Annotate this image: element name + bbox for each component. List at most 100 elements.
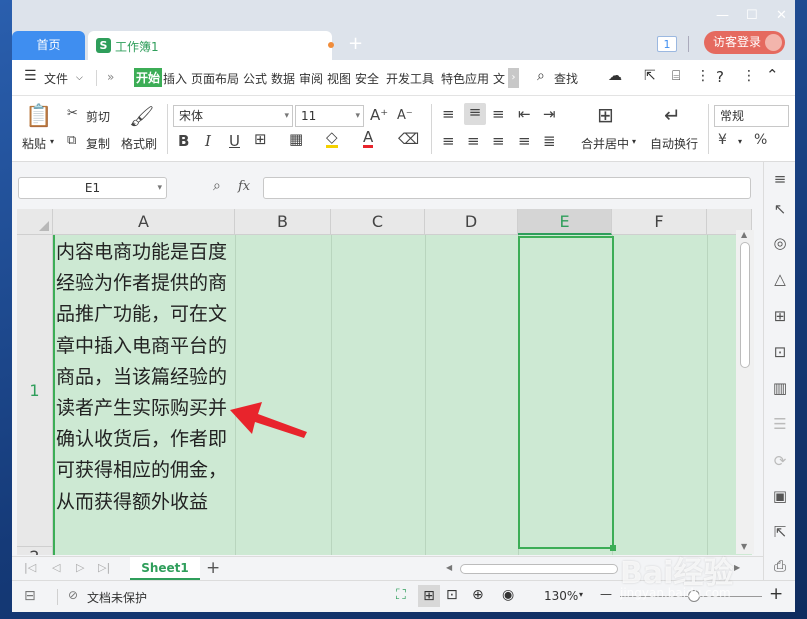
paste-button[interactable]: 粘贴 [22,135,46,152]
menu-tab-insert[interactable]: 插入 [163,70,187,87]
align-center-icon[interactable]: ≡ [467,132,480,150]
minimize-button[interactable]: — [716,8,729,23]
prev-sheet-icon[interactable]: ◁ [52,561,60,574]
align-left-icon[interactable]: ≡ [442,132,455,150]
shapes-icon[interactable]: ◎ [770,234,790,252]
chevron-down-icon[interactable]: ▾ [738,137,742,146]
clear-icon[interactable]: ⌫ [398,130,419,148]
protect-status[interactable]: 文档未保护 [87,589,147,606]
cell-a1[interactable]: 内容电商功能是百度经验为作者提供的商品推广功能，可在文章中插入电商平台的商品，当… [56,237,236,518]
copy-button[interactable]: 复制 [86,135,110,152]
close-button[interactable]: ✕ [776,8,787,23]
active-cell-e1[interactable] [518,236,614,549]
selected-cells-area[interactable]: 内容电商功能是百度经验为作者提供的商品推广功能，可在文章中插入电商平台的商品，当… [53,235,752,555]
select-all-corner[interactable] [17,209,53,235]
more-options-icon[interactable]: ⋮ [696,68,710,84]
sheet-tab-sheet1[interactable]: Sheet1 [130,557,200,580]
column-header-a[interactable]: A [53,209,235,235]
list-icon[interactable]: ☰ [770,415,790,433]
row-header-2[interactable]: 2 [17,547,53,555]
align-middle-icon[interactable]: ≡ [464,103,486,125]
align-bottom-icon[interactable]: ≡ [492,105,505,123]
scroll-left-icon[interactable]: ◀ [446,563,452,572]
vertical-scrollbar[interactable]: ▲ ▼ [736,230,754,554]
search-icon[interactable]: ⌕ [537,68,545,84]
focus-mode-icon[interactable]: ⛶ [396,587,406,603]
horizontal-scroll-thumb[interactable] [460,564,618,574]
cursor-icon[interactable]: ↖ [770,200,790,218]
merge-center-icon[interactable]: ⊞ [597,103,614,127]
file-menu[interactable]: 文件 [44,70,68,87]
format-painter-button[interactable]: 格式刷 [121,135,157,152]
number-format-select[interactable]: 常规 [714,105,789,127]
fill-style-icon[interactable]: ▦ [289,130,303,148]
menu-tab-start[interactable]: 开始 [134,68,163,87]
percent-button[interactable]: % [754,132,767,148]
cloud-sync-icon[interactable]: ☁ [608,68,622,84]
cut-button[interactable]: 剪切 [86,108,110,125]
font-name-select[interactable]: 宋体 ▾ [173,105,293,127]
column-header-f[interactable]: F [612,209,707,235]
menu-tab-data[interactable]: 数据 [271,70,295,87]
add-sheet-button[interactable]: + [206,558,220,578]
decrease-font-icon[interactable]: A⁻ [397,108,413,123]
chevron-down-icon[interactable]: ▾ [579,590,583,599]
distribute-icon[interactable]: ≣ [543,132,556,150]
indent-increase-icon[interactable]: ⇥ [543,105,556,123]
search-button[interactable]: 查找 [554,70,578,87]
chevron-down-icon[interactable]: ▾ [632,137,636,146]
last-sheet-icon[interactable]: ▷| [98,561,110,574]
next-sheet-icon[interactable]: ▷ [76,561,84,574]
window-count-badge[interactable]: 1 [657,36,677,52]
help-icon[interactable]: ? [716,68,724,86]
image-icon[interactable]: ▣ [770,487,790,505]
fill-color-icon[interactable]: ◇ [326,130,338,148]
fill-handle[interactable] [610,545,616,551]
formula-input[interactable] [263,177,751,199]
page-break-view-icon[interactable]: ⊡ [446,587,458,603]
zoom-out-button[interactable]: — [600,587,612,601]
apps-icon[interactable]: ⊡ [770,343,790,361]
zoom-level[interactable]: 130% [544,589,578,603]
menu-tab-formula[interactable]: 公式 [243,70,267,87]
column-header-e[interactable]: E [518,209,612,235]
share-icon[interactable]: ⇱ [644,68,656,84]
wrap-text-button[interactable]: 自动换行 [650,135,698,152]
menu-lines-icon[interactable]: ≡ [770,170,790,188]
doc-status-icon[interactable]: ⊟ [24,588,36,604]
menu-tab-more[interactable]: 文 [493,70,505,87]
scroll-up-icon[interactable]: ▲ [741,230,747,239]
indent-decrease-icon[interactable]: ⇤ [518,105,531,123]
zoom-icon[interactable]: ⌕ [213,178,221,194]
align-right-icon[interactable]: ≡ [492,132,505,150]
chevron-down-icon[interactable]: ▾ [50,137,54,146]
border-icon[interactable]: ⊞ [254,130,267,148]
maximize-button[interactable]: ☐ [746,8,758,23]
chevron-down-icon[interactable]: ⌵ [76,73,83,83]
font-size-select[interactable]: 11 ▾ [295,105,364,127]
underline-button[interactable]: U [229,132,240,150]
login-button[interactable]: 访客登录 [704,31,785,54]
name-box[interactable]: E1 ▾ [18,177,167,199]
tab-workbook[interactable]: S 工作簿1 [88,31,334,60]
double-chevron-icon[interactable]: » [107,70,114,84]
vertical-scroll-thumb[interactable] [740,242,750,368]
wrap-text-icon[interactable]: ↵ [664,103,681,127]
table-icon[interactable]: ⊞ [770,307,790,325]
merge-center-button[interactable]: 合并居中 [581,135,629,152]
menu-tab-special[interactable]: 特色应用 [441,70,489,87]
collapse-ribbon-icon[interactable]: ⌃ [766,66,779,84]
eye-protection-icon[interactable]: ◉ [502,587,514,603]
row-header-1[interactable]: 1 [17,235,53,547]
column-header-d[interactable]: D [425,209,518,235]
font-color-icon[interactable]: A [363,130,374,148]
new-tab-button[interactable]: + [348,31,363,57]
menu-tab-view[interactable]: 视图 [327,70,351,87]
normal-view-icon[interactable]: ⊞ [418,585,440,607]
justify-icon[interactable]: ≡ [518,132,531,150]
column-header-b[interactable]: B [235,209,331,235]
menu-tab-review[interactable]: 审阅 [299,70,323,87]
fx-button[interactable]: fx [238,179,250,194]
currency-icon[interactable]: ¥ [718,132,727,148]
layout-view-icon[interactable]: ⊕ [472,587,484,603]
